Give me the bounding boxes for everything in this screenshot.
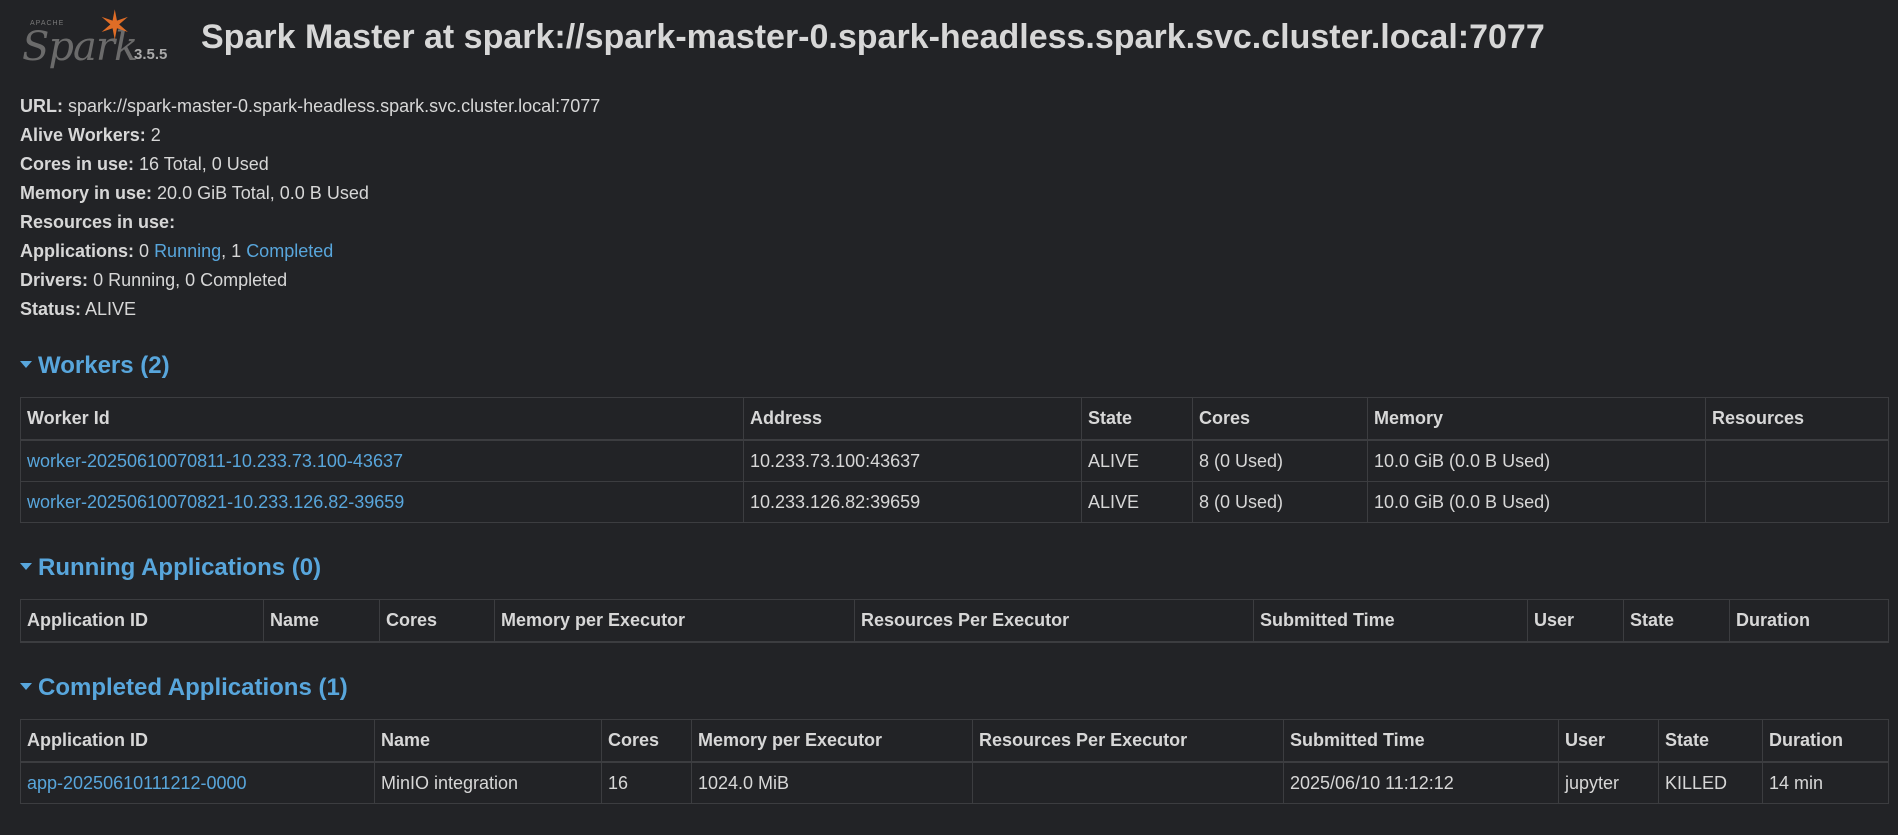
col-state[interactable]: State — [1081, 397, 1193, 441]
table-row: app-20250610111212-0000 MinIO integratio… — [20, 761, 1889, 804]
col-resources-per-executor[interactable]: Resources Per Executor — [972, 719, 1284, 763]
completed-apps-table: Application ID Name Cores Memory per Exe… — [20, 719, 1889, 804]
cores-cell: 8 (0 Used) — [1192, 481, 1368, 523]
col-state[interactable]: State — [1623, 599, 1730, 643]
submitted-time-cell: 2025/06/10 11:12:12 — [1283, 761, 1559, 804]
memory-cell: 10.0 GiB (0.0 B Used) — [1367, 481, 1706, 523]
col-state[interactable]: State — [1658, 719, 1763, 763]
workers-section-title: Workers (2) — [38, 352, 170, 379]
state-cell: ALIVE — [1081, 481, 1193, 523]
address-cell: 10.233.73.100:43637 — [743, 439, 1082, 482]
col-memory-per-executor[interactable]: Memory per Executor — [494, 599, 855, 643]
name-cell: MinIO integration — [374, 761, 602, 804]
col-memory-per-executor[interactable]: Memory per Executor — [691, 719, 973, 763]
resources-per-executor-cell — [972, 761, 1284, 804]
master-summary: URL: spark://spark-master-0.spark-headle… — [20, 92, 600, 324]
summary-drivers: Drivers: 0 Running, 0 Completed — [20, 266, 600, 295]
col-worker-id[interactable]: Worker Id — [20, 397, 744, 441]
spark-version: 3.5.5 — [134, 46, 168, 63]
col-resources-per-executor[interactable]: Resources Per Executor — [854, 599, 1254, 643]
spark-logo[interactable]: APACHE Spark ✶ 3.5.5 — [20, 4, 200, 74]
running-apps-table: Application ID Name Cores Memory per Exe… — [20, 599, 1889, 643]
alive-workers-label: Alive Workers: — [20, 125, 146, 145]
col-duration[interactable]: Duration — [1729, 599, 1889, 643]
table-row: worker-20250610070821-10.233.126.82-3965… — [20, 481, 1889, 523]
completed-count: 1 — [231, 241, 242, 261]
url-value: spark://spark-master-0.spark-headless.sp… — [68, 96, 601, 116]
memory-cell: 10.0 GiB (0.0 B Used) — [1367, 439, 1706, 482]
status-value: ALIVE — [85, 299, 137, 319]
completed-apps-section-title: Completed Applications (1) — [38, 674, 348, 701]
workers-table: Worker Id Address State Cores Memory Res… — [20, 397, 1889, 523]
drivers-value: 0 Running, 0 Completed — [93, 270, 288, 290]
resources-cell — [1705, 439, 1889, 482]
table-row: worker-20250610070811-10.233.73.100-4363… — [20, 439, 1889, 482]
col-name[interactable]: Name — [263, 599, 380, 643]
page-header: APACHE Spark ✶ 3.5.5 Spark Master at spa… — [20, 4, 1880, 74]
col-user[interactable]: User — [1527, 599, 1624, 643]
alive-workers-value: 2 — [150, 125, 161, 145]
col-cores[interactable]: Cores — [1192, 397, 1368, 441]
state-cell: KILLED — [1658, 761, 1763, 804]
application-id-cell: app-20250610111212-0000 — [20, 761, 375, 804]
col-user[interactable]: User — [1558, 719, 1659, 763]
state-cell: ALIVE — [1081, 439, 1193, 482]
summary-status: Status: ALIVE — [20, 295, 600, 324]
memory-per-executor-cell: 1024.0 MiB — [691, 761, 973, 804]
summary-applications: Applications: 0 Running, 1 Completed — [20, 241, 334, 261]
memory-value: 20.0 GiB Total, 0.0 B Used — [157, 183, 369, 203]
cores-cell: 16 — [601, 761, 692, 804]
summary-memory: Memory in use: 20.0 GiB Total, 0.0 B Use… — [20, 179, 600, 208]
cores-value: 16 Total, 0 Used — [139, 154, 269, 174]
duration-cell: 14 min — [1762, 761, 1889, 804]
col-name[interactable]: Name — [374, 719, 602, 763]
worker-id-cell: worker-20250610070811-10.233.73.100-4363… — [20, 439, 744, 482]
col-cores[interactable]: Cores — [601, 719, 692, 763]
col-duration[interactable]: Duration — [1762, 719, 1889, 763]
worker-link[interactable]: worker-20250610070821-10.233.126.82-3965… — [27, 492, 404, 512]
workers-section-toggle[interactable]: Workers (2) — [20, 352, 170, 380]
cores-label: Cores in use: — [20, 154, 135, 174]
worker-link[interactable]: worker-20250610070811-10.233.73.100-4363… — [27, 451, 403, 471]
col-memory[interactable]: Memory — [1367, 397, 1706, 441]
summary-resources: Resources in use: — [20, 208, 600, 237]
cores-cell: 8 (0 Used) — [1192, 439, 1368, 482]
page-title: Spark Master at spark://spark-master-0.s… — [201, 18, 1545, 56]
address-cell: 10.233.126.82:39659 — [743, 481, 1082, 523]
spark-star-icon: ✶ — [98, 4, 132, 48]
running-count: 0 — [139, 241, 150, 261]
col-submitted-time[interactable]: Submitted Time — [1283, 719, 1559, 763]
col-application-id[interactable]: Application ID — [20, 599, 264, 643]
running-apps-section-toggle[interactable]: Running Applications (0) — [20, 554, 321, 582]
user-cell: jupyter — [1558, 761, 1659, 804]
running-apps-link[interactable]: Running — [154, 241, 221, 261]
collapse-caret-icon — [20, 563, 32, 571]
summary-cores: Cores in use: 16 Total, 0 Used — [20, 150, 600, 179]
worker-id-cell: worker-20250610070821-10.233.126.82-3965… — [20, 481, 744, 523]
running-apps-section-title: Running Applications (0) — [38, 554, 322, 581]
applications-label: Applications: — [20, 241, 135, 261]
col-application-id[interactable]: Application ID — [20, 719, 375, 763]
table-header-row: Application ID Name Cores Memory per Exe… — [20, 719, 1889, 763]
application-link[interactable]: app-20250610111212-0000 — [27, 773, 247, 793]
table-header-row: Worker Id Address State Cores Memory Res… — [20, 397, 1889, 441]
collapse-caret-icon — [20, 683, 32, 691]
col-submitted-time[interactable]: Submitted Time — [1253, 599, 1528, 643]
status-label: Status: — [20, 299, 82, 319]
resources-label: Resources in use: — [20, 212, 176, 232]
table-header-row: Application ID Name Cores Memory per Exe… — [20, 599, 1889, 643]
url-label: URL: — [20, 96, 63, 116]
memory-label: Memory in use: — [20, 183, 153, 203]
col-address[interactable]: Address — [743, 397, 1082, 441]
summary-alive-workers: Alive Workers: 2 — [20, 121, 600, 150]
collapse-caret-icon — [20, 361, 32, 369]
col-cores[interactable]: Cores — [379, 599, 495, 643]
summary-url: URL: spark://spark-master-0.spark-headle… — [20, 92, 600, 121]
completed-apps-section-toggle[interactable]: Completed Applications (1) — [20, 674, 348, 702]
resources-cell — [1705, 481, 1889, 523]
drivers-label: Drivers: — [20, 270, 89, 290]
completed-apps-link[interactable]: Completed — [246, 241, 333, 261]
col-resources[interactable]: Resources — [1705, 397, 1889, 441]
